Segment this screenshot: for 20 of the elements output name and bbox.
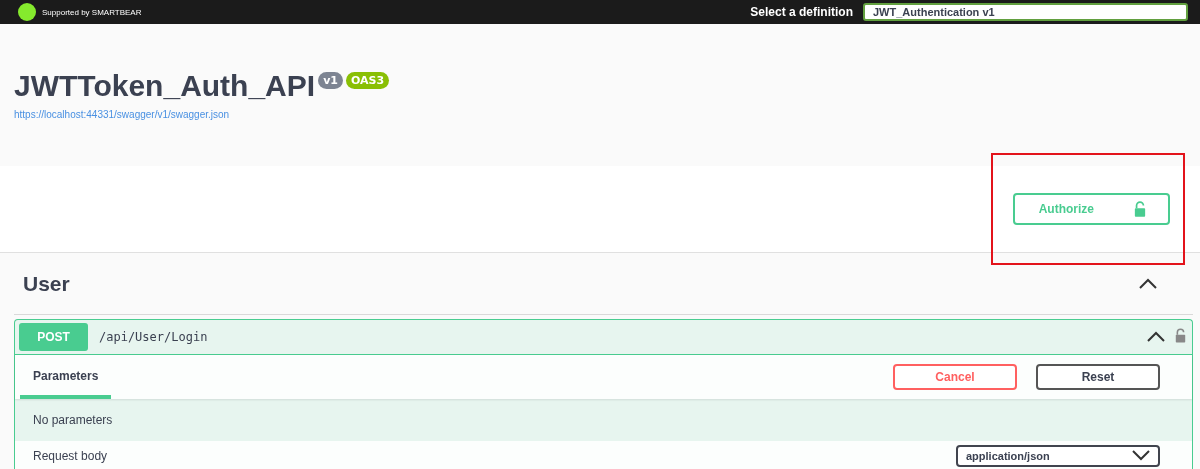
api-title: JWTToken_Auth_API	[14, 68, 316, 104]
lock-icon	[1175, 327, 1186, 343]
logo-caption: Supported by SMARTBEAR	[42, 7, 142, 17]
method-badge: POST	[19, 323, 88, 351]
reset-button[interactable]: Reset	[1036, 364, 1160, 390]
endpoint-path[interactable]: /api/User/Login	[99, 330, 208, 344]
lock-icon	[1134, 201, 1146, 217]
logo-icon	[18, 3, 36, 21]
chevron-icon[interactable]	[1139, 277, 1157, 289]
chevron-icon[interactable]	[1147, 331, 1165, 342]
no-parameters-text: No parameters	[33, 413, 113, 427]
version-badge: v1	[318, 72, 343, 89]
definition-label: Select a definition	[750, 5, 853, 19]
definition-select[interactable]: JWT_Authentication v1	[863, 3, 1188, 21]
parameters-tab[interactable]: Parameters	[20, 355, 112, 399]
oas-badge: OAS3	[345, 72, 390, 89]
tag-title[interactable]: User	[23, 271, 70, 296]
dropdown-icon[interactable]	[1132, 449, 1150, 461]
content-type-select[interactable]: application/json	[956, 445, 1160, 467]
request-body-label: Request body	[33, 449, 108, 463]
